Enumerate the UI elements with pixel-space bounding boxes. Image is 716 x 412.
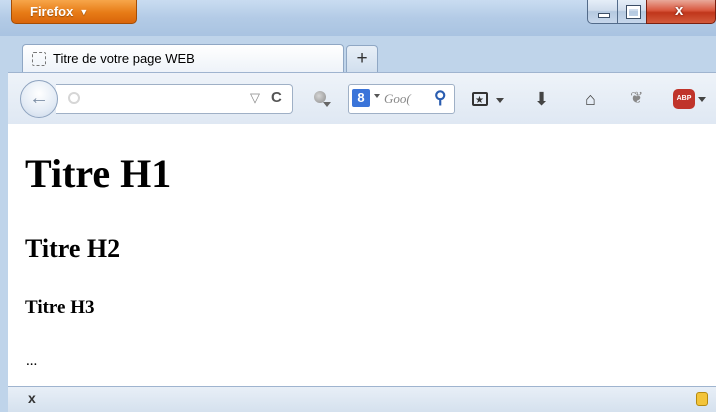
bookmarks-dropdown-icon[interactable] bbox=[496, 98, 504, 103]
heading-h2: Titre H2 bbox=[25, 234, 121, 263]
back-arrow-icon: ← bbox=[29, 87, 49, 109]
search-bar[interactable]: 8 Goo( ⚲ bbox=[348, 84, 455, 114]
maximize-icon bbox=[626, 5, 641, 19]
sync-icon[interactable]: ❦ bbox=[630, 89, 643, 109]
addon-bar: x bbox=[8, 386, 716, 412]
new-tab-button[interactable]: + bbox=[346, 45, 378, 72]
search-input[interactable]: Goo( bbox=[384, 91, 411, 107]
search-engine-icon[interactable] bbox=[314, 91, 331, 107]
firefox-menu-label: Firefox bbox=[30, 4, 74, 19]
close-icon: x bbox=[675, 2, 684, 19]
tab-active[interactable]: Titre de votre page WEB bbox=[22, 44, 344, 72]
downloads-icon[interactable]: ⬇ bbox=[534, 89, 549, 109]
chevron-down-icon: ▼ bbox=[79, 7, 89, 17]
dropmarker-star-icon[interactable]: ▽ bbox=[250, 90, 260, 106]
paragraph-text: ... bbox=[26, 353, 38, 369]
close-addon-bar-icon[interactable]: x bbox=[28, 390, 36, 406]
tab-title: Titre de votre page WEB bbox=[53, 51, 195, 66]
page-content: Titre H1 Titre H2 Titre H3 ... bbox=[8, 124, 716, 386]
heading-h1: Titre H1 bbox=[25, 151, 172, 196]
url-bar[interactable]: ▽ C bbox=[56, 84, 293, 114]
addon-badge-icon[interactable] bbox=[696, 392, 708, 406]
back-button[interactable]: ← bbox=[20, 80, 58, 118]
home-icon[interactable]: ⌂ bbox=[585, 89, 596, 109]
minimize-button[interactable] bbox=[587, 0, 618, 24]
bookmarks-icon[interactable] bbox=[472, 91, 488, 111]
google-icon[interactable]: 8 bbox=[352, 89, 370, 107]
globe-icon bbox=[68, 92, 80, 104]
heading-h3: Titre H3 bbox=[25, 297, 95, 318]
magnifier-icon[interactable]: ⚲ bbox=[434, 88, 446, 108]
maximize-button[interactable] bbox=[617, 0, 647, 24]
reload-icon[interactable]: C bbox=[271, 89, 282, 106]
page-favicon-icon bbox=[32, 52, 46, 66]
search-engine-dropdown-icon[interactable] bbox=[374, 94, 380, 98]
adblock-plus-icon[interactable]: ABP bbox=[673, 89, 695, 109]
close-button[interactable]: x bbox=[646, 0, 716, 24]
minimize-icon bbox=[598, 13, 610, 18]
adblock-dropdown-icon[interactable] bbox=[698, 97, 706, 102]
firefox-menu-button[interactable]: Firefox ▼ bbox=[11, 0, 137, 24]
